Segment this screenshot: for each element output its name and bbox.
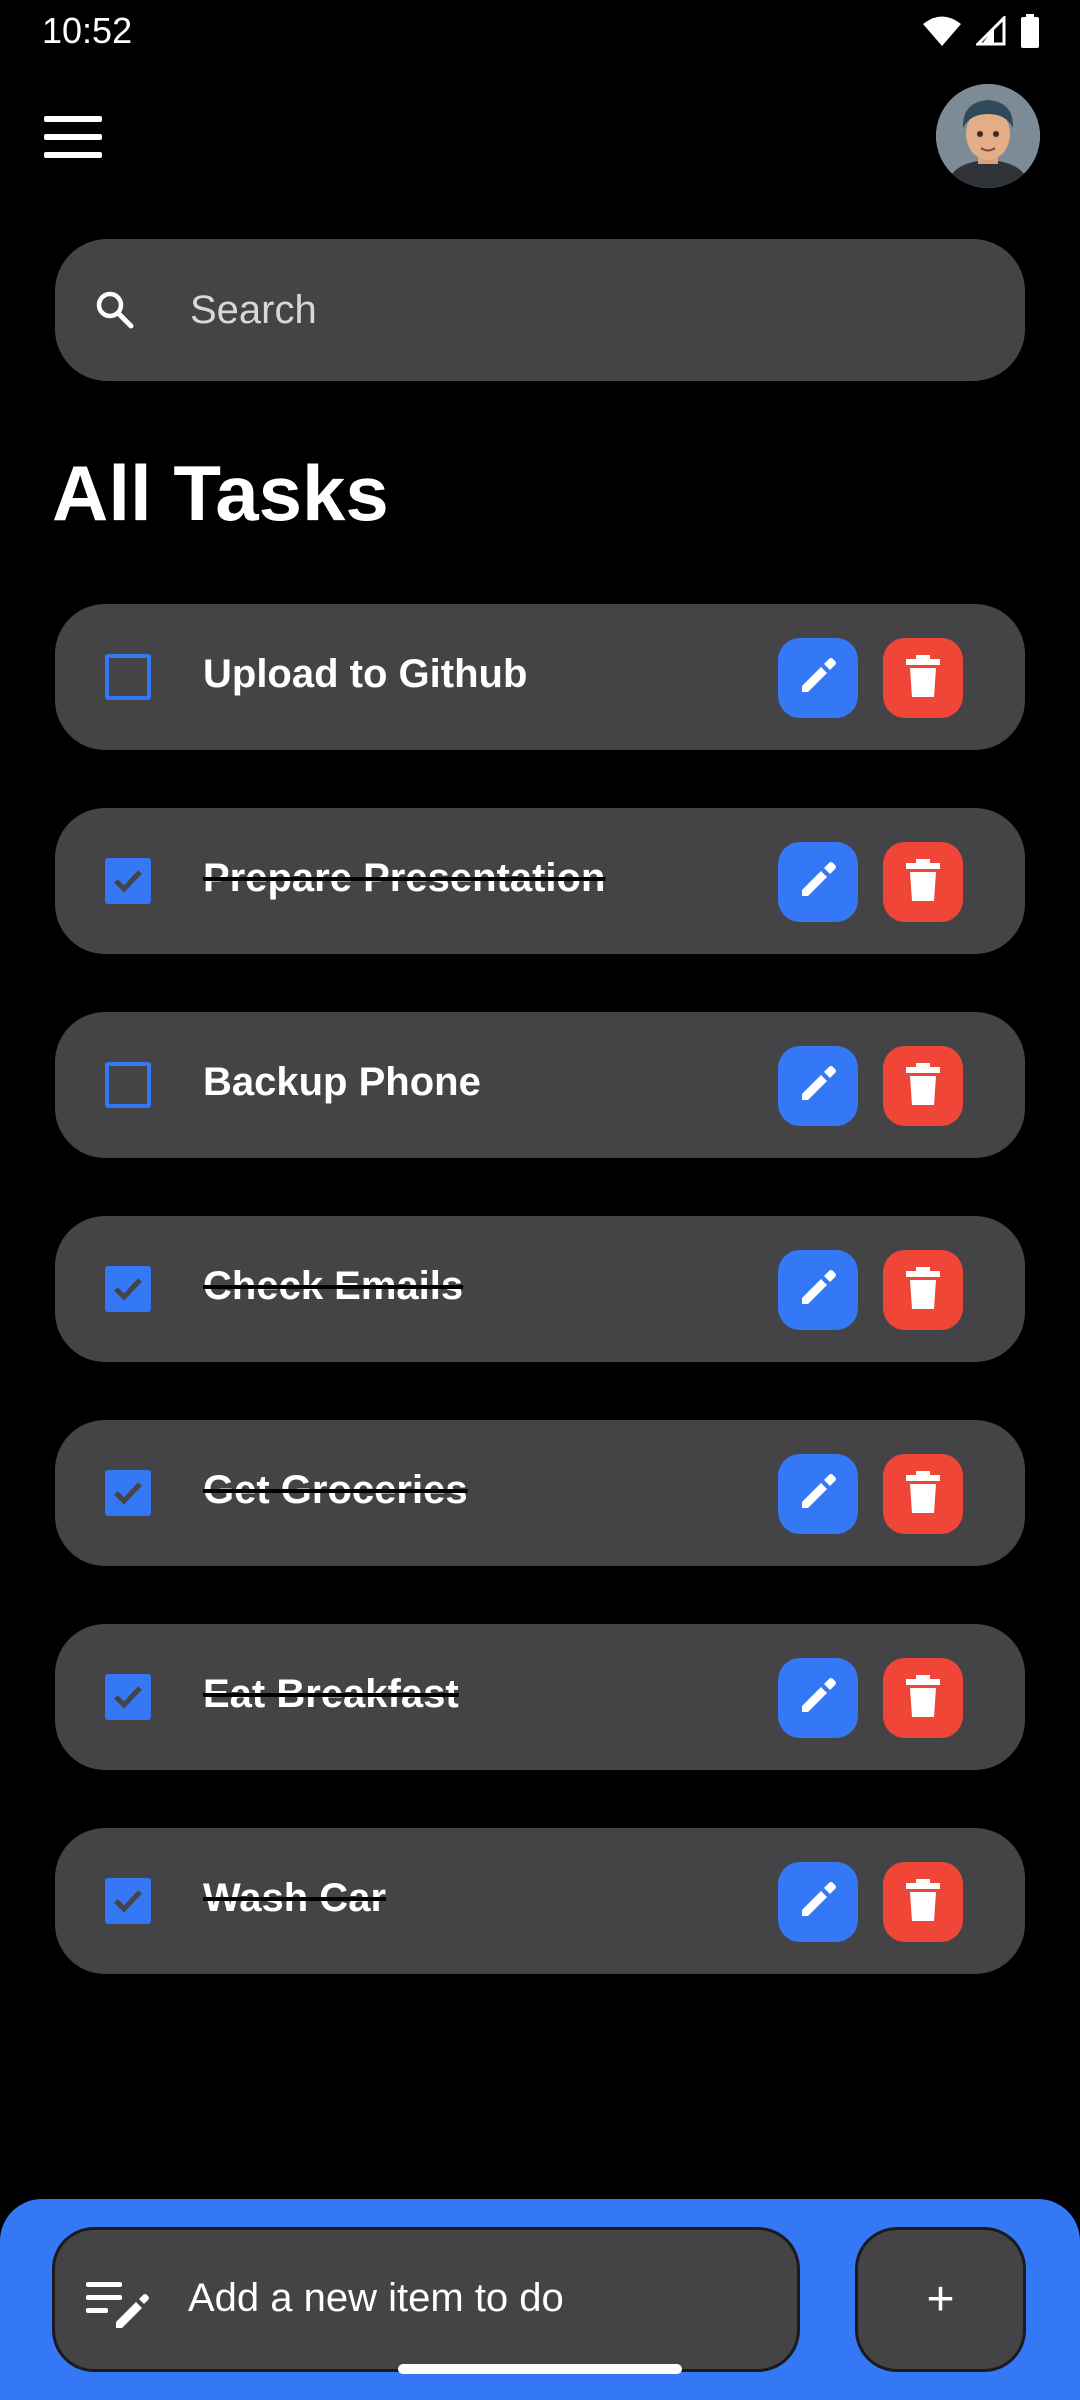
page-title: All Tasks	[52, 449, 389, 537]
search-input[interactable]	[190, 280, 890, 340]
new-item-input[interactable]	[188, 2268, 768, 2328]
pencil-icon	[794, 1672, 842, 1725]
trash-icon	[903, 1673, 943, 1724]
task-title: Check Emails	[203, 1264, 464, 1308]
edit-button[interactable]	[778, 1454, 858, 1534]
edit-button[interactable]	[778, 1862, 858, 1942]
search-icon	[95, 290, 135, 330]
add-button[interactable]: +	[855, 2227, 1026, 2372]
task-item: Eat Breakfast	[55, 1624, 1025, 1770]
task-item: Wash Car	[55, 1828, 1025, 1974]
pencil-icon	[794, 1468, 842, 1521]
task-title: Wash Car	[203, 1876, 387, 1920]
status-icons	[922, 14, 1040, 53]
edit-button[interactable]	[778, 842, 858, 922]
task-title: Eat Breakfast	[203, 1672, 459, 1716]
task-title: Get Groceries	[203, 1468, 468, 1512]
signal-icon	[974, 14, 1006, 51]
edit-note-icon	[84, 2278, 150, 2330]
trash-icon	[903, 1265, 943, 1316]
delete-button[interactable]	[883, 1658, 963, 1738]
task-checkbox[interactable]	[105, 654, 151, 700]
pencil-icon	[794, 856, 842, 909]
battery-icon	[1020, 14, 1040, 53]
edit-button[interactable]	[778, 638, 858, 718]
task-checkbox[interactable]	[105, 1062, 151, 1108]
delete-button[interactable]	[883, 1862, 963, 1942]
task-item: Upload to Github	[55, 604, 1025, 750]
trash-icon	[903, 857, 943, 908]
menu-icon[interactable]	[42, 114, 104, 160]
delete-button[interactable]	[883, 1454, 963, 1534]
task-checkbox[interactable]	[105, 1266, 151, 1312]
task-checkbox[interactable]	[105, 858, 151, 904]
trash-icon	[903, 1877, 943, 1928]
avatar[interactable]	[936, 84, 1040, 188]
edit-button[interactable]	[778, 1250, 858, 1330]
status-bar: 10:52	[0, 0, 1080, 64]
delete-button[interactable]	[883, 1046, 963, 1126]
pencil-icon	[794, 1264, 842, 1317]
delete-button[interactable]	[883, 842, 963, 922]
task-checkbox[interactable]	[105, 1470, 151, 1516]
task-item: Check Emails	[55, 1216, 1025, 1362]
task-checkbox[interactable]	[105, 1878, 151, 1924]
task-item: Get Groceries	[55, 1420, 1025, 1566]
task-title: Backup Phone	[203, 1060, 481, 1104]
task-title: Prepare Presentation	[203, 856, 606, 900]
status-time: 10:52	[42, 10, 133, 51]
trash-icon	[903, 653, 943, 704]
task-checkbox[interactable]	[105, 1674, 151, 1720]
delete-button[interactable]	[883, 638, 963, 718]
delete-button[interactable]	[883, 1250, 963, 1330]
pencil-icon	[794, 1876, 842, 1929]
trash-icon	[903, 1061, 943, 1112]
task-title: Upload to Github	[203, 652, 528, 696]
edit-button[interactable]	[778, 1658, 858, 1738]
wifi-icon	[922, 15, 962, 52]
task-item: Prepare Presentation	[55, 808, 1025, 954]
gesture-handle[interactable]	[398, 2364, 682, 2374]
task-list: Upload to Github Prepare Presentation Ba…	[55, 604, 1025, 2032]
task-item: Backup Phone	[55, 1012, 1025, 1158]
pencil-icon	[794, 652, 842, 705]
edit-button[interactable]	[778, 1046, 858, 1126]
pencil-icon	[794, 1060, 842, 1113]
trash-icon	[903, 1469, 943, 1520]
